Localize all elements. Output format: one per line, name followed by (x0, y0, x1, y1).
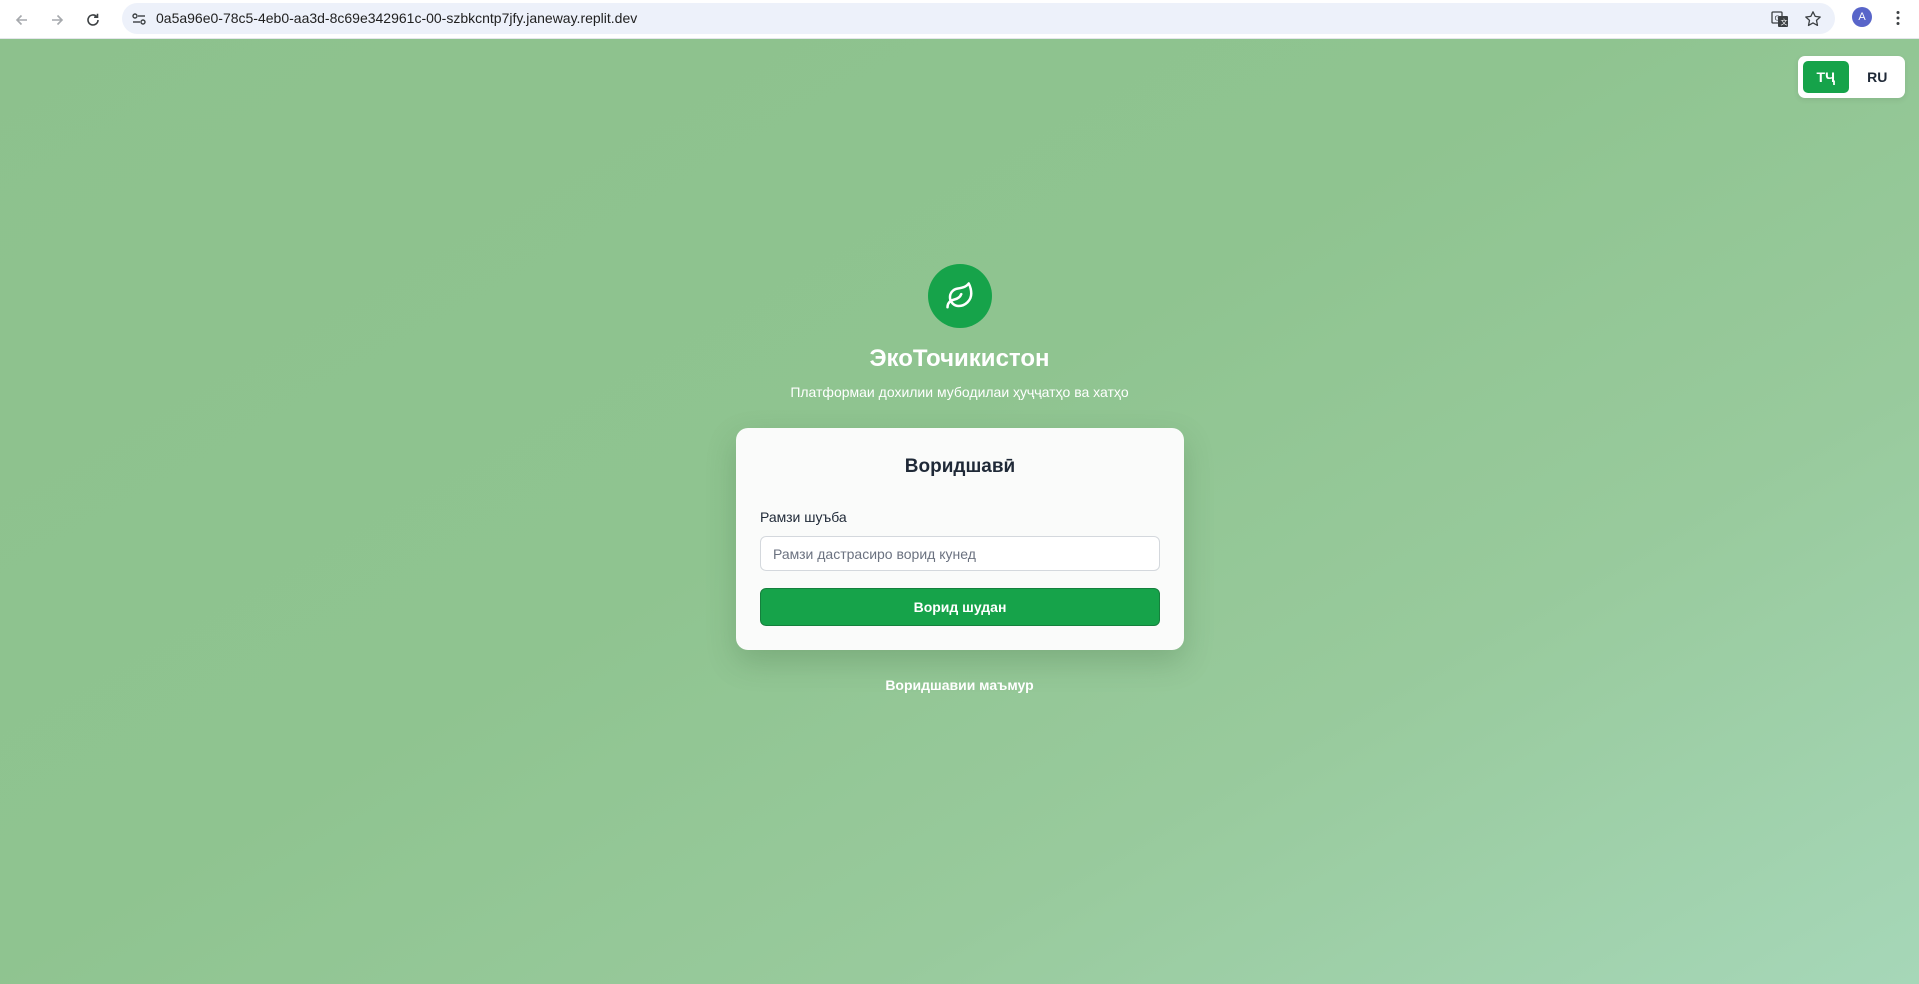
profile-avatar[interactable]: A (1852, 7, 1872, 27)
login-card-title: Воридшавӣ (904, 456, 1016, 477)
brand-subtitle: Платформаи дохилии мубодилаи ҳуҷҷатҳо ва… (790, 384, 1129, 400)
bookmark-star-icon[interactable] (1802, 8, 1824, 30)
login-page: ТҶ RU ЭкоТочикистон Платформаи дохилии м… (0, 39, 1919, 984)
back-arrow-icon (15, 14, 27, 26)
department-code-input[interactable] (760, 536, 1160, 571)
svg-text:文: 文 (1781, 18, 1788, 27)
language-switcher: ТҶ RU (1798, 56, 1905, 98)
forward-button[interactable] (43, 6, 71, 34)
site-info-icon[interactable] (130, 10, 148, 28)
department-code-label: Рамзи шуъба (760, 509, 847, 525)
svg-text:G: G (1775, 15, 1780, 23)
login-submit-button[interactable]: Ворид шудан (760, 588, 1160, 626)
back-button[interactable] (8, 6, 36, 34)
address-bar[interactable]: 0a5a96e0-78c5-4eb0-aa3d-8c69e342961c-00-… (122, 3, 1835, 34)
lang-option-ru[interactable]: RU (1854, 61, 1900, 93)
brand-logo (928, 264, 992, 328)
login-card: Воридшавӣ Рамзи шуъба Ворид шудан (736, 428, 1184, 650)
reload-icon (87, 13, 99, 26)
lang-option-tj[interactable]: ТҶ (1803, 61, 1849, 93)
avatar-letter: A (1858, 11, 1866, 23)
forward-arrow-icon (52, 14, 64, 26)
browser-toolbar: 0a5a96e0-78c5-4eb0-aa3d-8c69e342961c-00-… (0, 0, 1919, 39)
admin-login-link[interactable]: Воридшавии маъмур (0, 677, 1919, 693)
url-text: 0a5a96e0-78c5-4eb0-aa3d-8c69e342961c-00-… (156, 10, 638, 26)
kebab-menu-icon[interactable] (1888, 6, 1908, 30)
reload-button[interactable] (79, 6, 107, 34)
brand-title: ЭкоТочикистон (869, 345, 1050, 372)
translate-icon[interactable]: G文 (1769, 8, 1791, 30)
leaf-icon (946, 282, 973, 309)
